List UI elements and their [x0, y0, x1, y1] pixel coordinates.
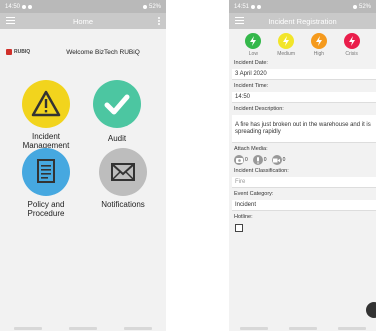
status-time: 14:51: [234, 3, 250, 10]
lightning-icon: [343, 33, 360, 49]
page-title: Home: [72, 16, 93, 26]
document-icon: [22, 148, 70, 196]
bottom-nav: [0, 327, 166, 331]
incident-description-field[interactable]: A fire has just broken out in the wareho…: [232, 115, 376, 143]
severity-low-button[interactable]: Low: [240, 33, 266, 57]
nav-tab[interactable]: [288, 327, 317, 330]
nav-tab[interactable]: [68, 327, 97, 330]
app-bar: Home: [0, 13, 166, 29]
tile-label: Notifications: [101, 200, 145, 209]
incident-time-field[interactable]: 14:50: [232, 92, 376, 103]
incident-classification-label: Incident Classification:: [234, 168, 289, 174]
notification-icon: [257, 4, 262, 9]
welcome-text: Welcome BizTech RUBiQ: [66, 48, 140, 56]
severity-label: Medium: [277, 51, 296, 57]
incident-management-tile[interactable]: Incident Management: [11, 80, 81, 150]
camera-icon: [234, 155, 244, 165]
notification-icon: [28, 4, 33, 9]
attach-media-label: Attach Media:: [234, 146, 268, 152]
severity-crisis-button[interactable]: Crisis: [339, 33, 365, 57]
policy-procedure-tile[interactable]: Policy and Procedure: [11, 148, 81, 218]
incident-description-label: Incident Description:: [234, 106, 284, 112]
incident-time-label: Incident Time:: [234, 83, 269, 89]
incident-registration-screen: 14:51 52% Incident Registration Low Medi…: [229, 0, 376, 331]
video-count: 0: [282, 157, 286, 163]
home-screen: 14:50 52% Home RUBIQ Welcome BizTech RUB…: [0, 0, 166, 331]
rubiq-logo: RUBIQ: [6, 49, 46, 55]
audit-tile[interactable]: Audit: [82, 80, 152, 143]
video-button[interactable]: 0: [271, 155, 286, 165]
status-bar: 14:51 52%: [229, 0, 376, 13]
microphone-icon: [252, 155, 263, 165]
nav-tab[interactable]: [124, 327, 153, 330]
tile-label: Audit: [107, 134, 127, 143]
incident-classification-field[interactable]: Fire: [232, 177, 376, 188]
severity-medium-button[interactable]: Medium: [273, 33, 299, 57]
incident-date-label: Incident Date:: [234, 60, 268, 66]
camera-count: 0: [245, 157, 248, 163]
app-bar: Incident Registration: [229, 13, 376, 29]
microphone-count: 0: [263, 157, 267, 163]
severity-label: High: [313, 51, 325, 57]
check-icon: [93, 80, 141, 128]
video-camera-icon: [271, 155, 282, 165]
signal-icon: [142, 4, 147, 9]
camera-button[interactable]: 0: [234, 155, 248, 165]
hotline-label: Hotline:: [234, 214, 253, 220]
event-category-label: Event Category:: [234, 191, 274, 197]
event-category-field[interactable]: Incident: [232, 200, 376, 211]
tile-label: Policy and Procedure: [27, 200, 65, 218]
notifications-tile[interactable]: Notifications: [88, 148, 158, 209]
nav-tab[interactable]: [337, 327, 366, 330]
hamburger-menu-icon[interactable]: [235, 17, 244, 24]
severity-label: Low: [248, 51, 258, 57]
mail-icon: [99, 148, 147, 196]
page-title: Incident Registration: [268, 16, 337, 26]
warning-icon: [22, 80, 70, 128]
notification-icon: [251, 4, 256, 9]
lightning-icon: [245, 33, 262, 49]
more-options-icon[interactable]: [158, 17, 160, 25]
battery-level: 52%: [148, 3, 161, 10]
nav-tab[interactable]: [13, 327, 42, 330]
lightning-icon: [278, 33, 295, 49]
hotline-checkbox[interactable]: [235, 224, 243, 232]
attach-media-row: 0 0 0: [234, 155, 376, 165]
battery-level: 52%: [358, 3, 371, 10]
welcome-row: RUBIQ Welcome BizTech RUBiQ: [0, 41, 166, 63]
floating-action-button[interactable]: [366, 302, 376, 318]
hamburger-menu-icon[interactable]: [6, 17, 15, 24]
severity-label: Crisis: [345, 51, 358, 57]
bottom-nav: [229, 327, 376, 331]
nav-tab[interactable]: [239, 327, 268, 330]
signal-icon: [352, 4, 357, 9]
status-bar: 14:50 52%: [0, 0, 166, 13]
status-time: 14:50: [5, 3, 21, 10]
incident-date-field[interactable]: 3 April 2020: [232, 69, 376, 80]
lightning-icon: [310, 33, 327, 49]
microphone-button[interactable]: 0: [252, 155, 267, 165]
notification-icon: [22, 4, 27, 9]
severity-high-button[interactable]: High: [306, 33, 332, 57]
severity-selector: Low Medium High Crisis: [229, 29, 376, 57]
